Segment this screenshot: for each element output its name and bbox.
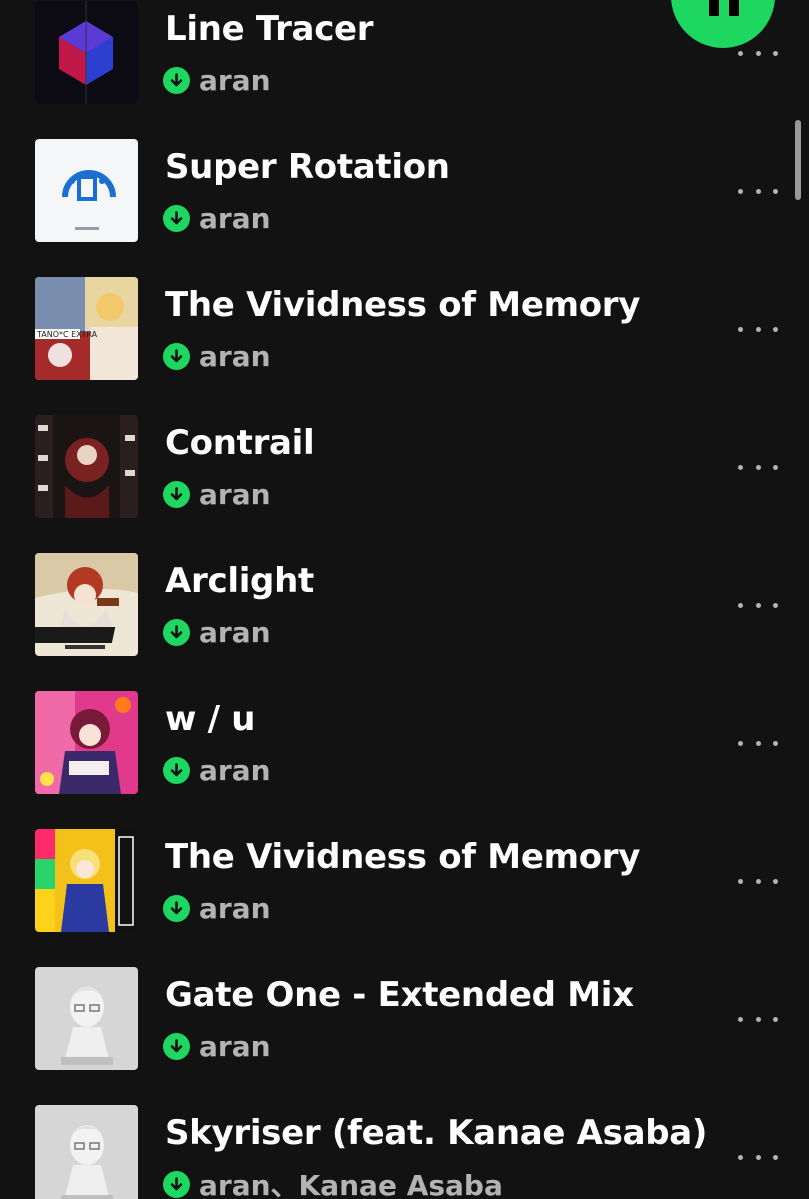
track-subtitle: aran <box>163 616 271 649</box>
track-title: w / u <box>165 699 256 739</box>
album-cover-skyriser <box>35 1105 138 1199</box>
scrollbar[interactable] <box>795 120 801 200</box>
album-cover-arclight <box>35 553 138 656</box>
album-cover-tano-c-extra: TANO*C EXTRA <box>35 277 138 380</box>
album-cover-contrail <box>35 415 138 518</box>
track-row[interactable]: Arclight aran <box>0 553 809 691</box>
track-subtitle: aran <box>163 754 271 787</box>
album-cover-bright-colors <box>35 829 138 932</box>
more-options-button[interactable] <box>738 457 778 477</box>
track-row[interactable]: Skyriser (feat. Kanae Asaba) aran、Kanae … <box>0 1105 809 1199</box>
more-options-button[interactable] <box>738 1147 778 1167</box>
track-row[interactable]: Super Rotation aran <box>0 139 809 277</box>
track-artist[interactable]: aran、Kanae Asaba <box>199 1164 503 1199</box>
more-options-button[interactable] <box>738 595 778 615</box>
more-options-button[interactable] <box>738 181 778 201</box>
track-row[interactable]: The Vividness of Memory aran <box>0 829 809 967</box>
track-artist[interactable]: aran <box>199 1030 271 1063</box>
album-cover-w-u <box>35 691 138 794</box>
track-artist[interactable]: aran <box>199 202 271 235</box>
downloaded-icon <box>163 1170 190 1198</box>
track-subtitle: aran <box>163 1030 271 1063</box>
more-options-button[interactable] <box>738 43 778 63</box>
track-artist[interactable]: aran <box>199 754 271 787</box>
downloaded-icon <box>163 204 190 232</box>
album-cover-line-tracer <box>35 1 138 104</box>
track-title: Arclight <box>165 561 314 601</box>
track-title: Super Rotation <box>165 147 450 187</box>
track-artist[interactable]: aran <box>199 478 271 511</box>
playlist-screen: Line Tracer aran Super Rotation aran TAN… <box>0 0 809 1199</box>
track-title: Gate One - Extended Mix <box>165 975 634 1015</box>
more-options-button[interactable] <box>738 871 778 891</box>
svg-text:TANO*C EXTRA: TANO*C EXTRA <box>36 330 98 339</box>
downloaded-icon <box>163 342 190 370</box>
downloaded-icon <box>163 480 190 508</box>
track-artist[interactable]: aran <box>199 64 271 97</box>
track-title: Skyriser (feat. Kanae Asaba) <box>165 1113 708 1153</box>
track-artist[interactable]: aran <box>199 892 271 925</box>
track-row[interactable]: Contrail aran <box>0 415 809 553</box>
downloaded-icon <box>163 1032 190 1060</box>
track-title: The Vividness of Memory <box>165 285 641 325</box>
downloaded-icon <box>163 894 190 922</box>
more-options-button[interactable] <box>738 1009 778 1029</box>
track-row[interactable]: TANO*C EXTRA The Vividness of Memory ara… <box>0 277 809 415</box>
more-options-button[interactable] <box>738 319 778 339</box>
track-subtitle: aran <box>163 478 271 511</box>
downloaded-icon <box>163 756 190 784</box>
pause-icon <box>709 0 739 16</box>
track-subtitle: aran <box>163 64 271 97</box>
track-subtitle: aran <box>163 202 271 235</box>
track-row[interactable]: Gate One - Extended Mix aran <box>0 967 809 1105</box>
track-subtitle: aran、Kanae Asaba <box>163 1168 503 1199</box>
downloaded-icon <box>163 66 190 94</box>
track-title: Contrail <box>165 423 315 463</box>
track-artist[interactable]: aran <box>199 340 271 373</box>
album-cover-gate-one <box>35 967 138 1070</box>
track-subtitle: aran <box>163 340 271 373</box>
track-title: The Vividness of Memory <box>165 837 641 877</box>
track-subtitle: aran <box>163 892 271 925</box>
downloaded-icon <box>163 618 190 646</box>
track-row[interactable]: w / u aran <box>0 691 809 829</box>
more-options-button[interactable] <box>738 733 778 753</box>
track-artist[interactable]: aran <box>199 616 271 649</box>
album-cover-super-rotation <box>35 139 138 242</box>
track-title: Line Tracer <box>165 9 374 49</box>
